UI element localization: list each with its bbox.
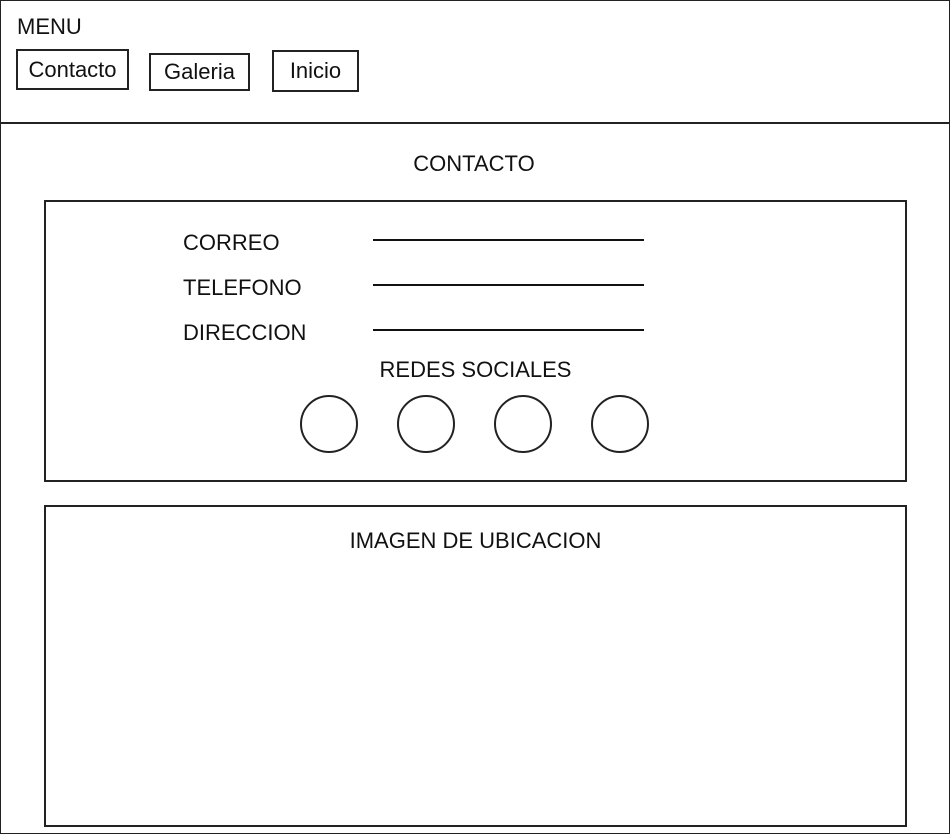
header: MENU Contacto Galeria Inicio	[1, 1, 949, 124]
social-link-4-circle-icon[interactable]	[591, 395, 649, 453]
menu-title: MENU	[17, 14, 82, 39]
location-image-placeholder: IMAGEN DE UBICACION	[44, 505, 907, 827]
correo-field[interactable]	[373, 239, 644, 241]
contact-info-panel: CORREO TELEFONO DIRECCION REDES SOCIALES	[44, 200, 907, 482]
social-link-2-circle-icon[interactable]	[397, 395, 455, 453]
telefono-field[interactable]	[373, 284, 644, 286]
nav-button-inicio[interactable]: Inicio	[272, 50, 359, 92]
telefono-label: TELEFONO	[183, 275, 302, 300]
direccion-field[interactable]	[373, 329, 644, 331]
nav-button-contacto[interactable]: Contacto	[16, 49, 129, 90]
nav-button-galeria[interactable]: Galeria	[149, 53, 250, 91]
social-link-1-circle-icon[interactable]	[300, 395, 358, 453]
page-title: CONTACTO	[413, 151, 535, 176]
social-networks-title: REDES SOCIALES	[379, 357, 572, 382]
correo-label: CORREO	[183, 230, 280, 255]
social-link-3-circle-icon[interactable]	[494, 395, 552, 453]
direccion-label: DIRECCION	[183, 320, 307, 345]
location-image-title: IMAGEN DE UBICACION	[349, 528, 602, 553]
